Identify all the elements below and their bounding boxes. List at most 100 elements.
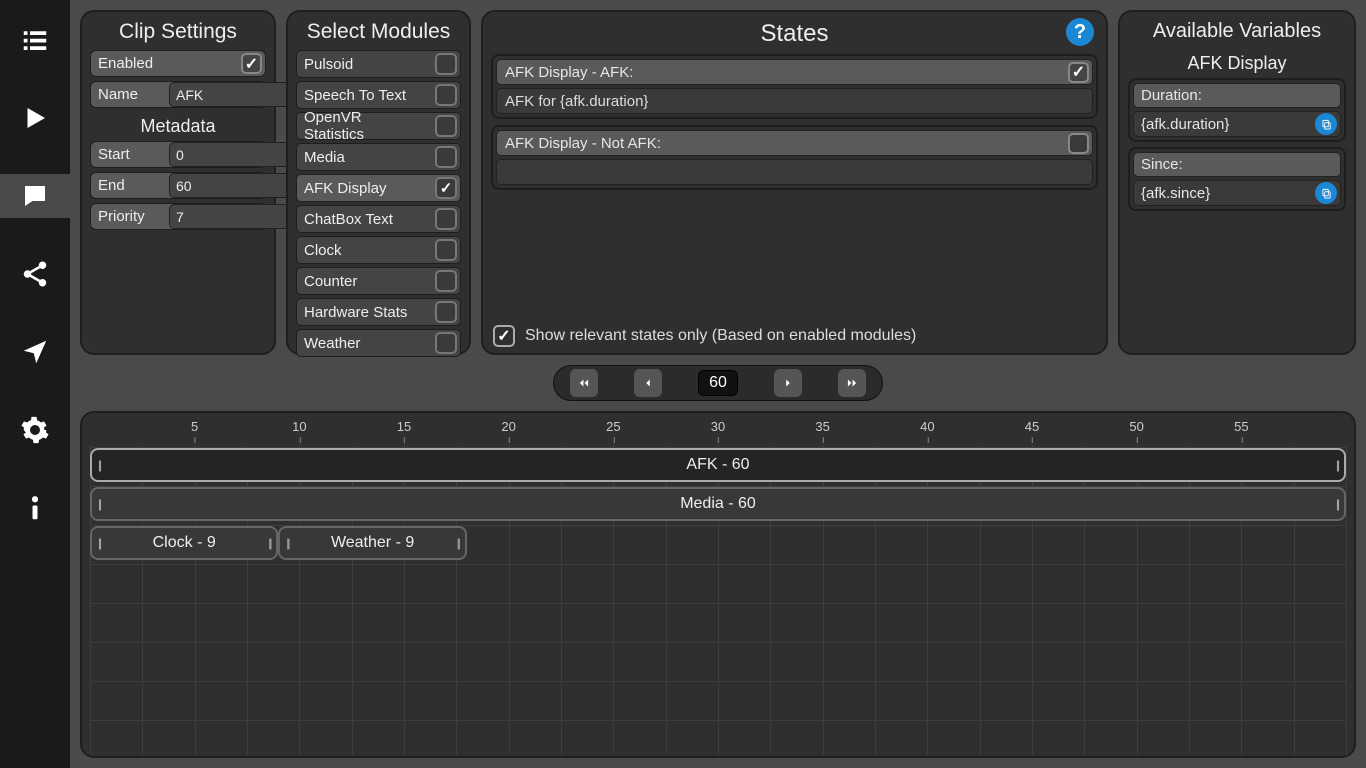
module-checkbox[interactable]: [435, 270, 457, 292]
state-group: AFK Display - Not AFK:: [491, 125, 1098, 190]
module-row[interactable]: Counter: [296, 267, 461, 295]
state-group: AFK Display - AFK: AFK for {afk.duration}: [491, 54, 1098, 119]
start-label: Start: [91, 143, 169, 166]
ruler-tick: 50: [1129, 419, 1143, 434]
states-panel: States ? AFK Display - AFK:AFK for {afk.…: [481, 10, 1108, 355]
clip-settings-panel: Clip Settings Enabled Name Metadata Star…: [80, 10, 276, 355]
clip-resize-left[interactable]: ||: [94, 531, 104, 555]
timeline-clip[interactable]: ||Media - 60||: [90, 487, 1346, 521]
clip-resize-right[interactable]: ||: [264, 531, 274, 555]
end-label: End: [91, 174, 169, 197]
module-row[interactable]: AFK Display: [296, 174, 461, 202]
module-label: Weather: [297, 331, 432, 356]
module-label: Media: [297, 145, 432, 170]
state-checkbox[interactable]: [1068, 133, 1089, 154]
name-label: Name: [91, 83, 169, 106]
clip-resize-left[interactable]: ||: [282, 531, 292, 555]
sidebar-item-list[interactable]: [13, 18, 57, 62]
variable-label: Since:: [1133, 152, 1341, 177]
clip-resize-right[interactable]: ||: [1332, 492, 1342, 516]
clip-label: AFK - 60: [686, 456, 749, 474]
sidebar-item-play[interactable]: [13, 96, 57, 140]
state-header: AFK Display - Not AFK:: [496, 130, 1093, 156]
timeline-panel: 510152025303540455055 ||AFK - 60||||Medi…: [80, 411, 1356, 758]
variable-group: Since: {afk.since}: [1128, 147, 1346, 211]
module-row[interactable]: Clock: [296, 236, 461, 264]
clip-enabled-row: Enabled: [90, 50, 266, 77]
state-header: AFK Display - AFK:: [496, 59, 1093, 85]
state-label: AFK Display - AFK:: [497, 61, 1065, 84]
timeline-ruler: 510152025303540455055: [90, 417, 1346, 443]
ruler-tick: 55: [1234, 419, 1248, 434]
state-body-input[interactable]: AFK for {afk.duration}: [496, 88, 1093, 114]
timeline-next-button[interactable]: [774, 369, 802, 397]
module-checkbox[interactable]: [435, 53, 457, 75]
priority-row: Priority: [90, 203, 266, 230]
module-row[interactable]: OpenVR Statistics: [296, 112, 461, 140]
module-checkbox[interactable]: [435, 146, 457, 168]
module-row[interactable]: Media: [296, 143, 461, 171]
module-row[interactable]: ChatBox Text: [296, 205, 461, 233]
state-checkbox[interactable]: [1068, 62, 1089, 83]
copy-variable-button[interactable]: [1315, 182, 1337, 204]
sidebar-item-chat[interactable]: [0, 174, 70, 218]
module-row[interactable]: Hardware Stats: [296, 298, 461, 326]
question-icon: ?: [1074, 21, 1086, 44]
copy-variable-button[interactable]: [1315, 113, 1337, 135]
module-row[interactable]: Weather: [296, 329, 461, 357]
sidebar-item-info[interactable]: [13, 486, 57, 530]
ruler-tick: 30: [711, 419, 725, 434]
metadata-heading: Metadata: [90, 116, 266, 137]
timeline-last-button[interactable]: [838, 369, 866, 397]
module-checkbox[interactable]: [435, 332, 457, 354]
clip-resize-left[interactable]: ||: [94, 453, 104, 477]
module-checkbox[interactable]: [435, 177, 457, 199]
ruler-tick: 45: [1025, 419, 1039, 434]
copy-icon: [1321, 119, 1332, 130]
module-checkbox[interactable]: [435, 239, 457, 261]
enabled-checkbox[interactable]: [241, 53, 262, 74]
timeline-tracks[interactable]: ||AFK - 60||||Media - 60||||Clock - 9|||…: [90, 445, 1346, 755]
clip-resize-left[interactable]: ||: [94, 492, 104, 516]
chat-icon: [20, 181, 50, 211]
timeline-clip[interactable]: ||Weather - 9||: [278, 526, 466, 560]
modules-title: Select Modules: [296, 20, 461, 44]
module-label: Pulsoid: [297, 52, 432, 77]
chevron-right-icon: [781, 376, 795, 390]
sidebar-item-share[interactable]: [13, 252, 57, 296]
gear-icon: [20, 415, 50, 445]
module-checkbox[interactable]: [435, 301, 457, 323]
ruler-tick: 10: [292, 419, 306, 434]
clip-resize-right[interactable]: ||: [1332, 453, 1342, 477]
sidebar-item-settings[interactable]: [13, 408, 57, 452]
ruler-tick: 5: [191, 419, 198, 434]
show-relevant-checkbox[interactable]: [493, 325, 515, 347]
share-icon: [20, 259, 50, 289]
variable-value: {afk.duration}: [1134, 113, 1315, 136]
variable-value: {afk.since}: [1134, 182, 1315, 205]
ruler-tick: 25: [606, 419, 620, 434]
module-label: ChatBox Text: [297, 207, 432, 232]
variable-value-row: {afk.since}: [1133, 180, 1341, 206]
state-body-input[interactable]: [496, 159, 1093, 185]
priority-label: Priority: [91, 205, 169, 228]
states-footer: Show relevant states only (Based on enab…: [491, 321, 1098, 347]
timeline-first-button[interactable]: [570, 369, 598, 397]
timeline-clip[interactable]: ||Clock - 9||: [90, 526, 278, 560]
clip-resize-right[interactable]: ||: [453, 531, 463, 555]
timeline-clip[interactable]: || AFK - 60 ||: [90, 448, 1346, 482]
module-checkbox[interactable]: [435, 208, 457, 230]
module-row[interactable]: Pulsoid: [296, 50, 461, 78]
timeline-value[interactable]: 60: [698, 370, 738, 396]
module-checkbox[interactable]: [435, 84, 457, 106]
module-label: Counter: [297, 269, 432, 294]
state-label: AFK Display - Not AFK:: [497, 132, 1065, 155]
start-row: Start: [90, 141, 266, 168]
select-modules-panel: Select Modules PulsoidSpeech To TextOpen…: [286, 10, 471, 355]
timeline-prev-button[interactable]: [634, 369, 662, 397]
module-label: Clock: [297, 238, 432, 263]
help-button[interactable]: ?: [1066, 18, 1094, 46]
sidebar-item-navigate[interactable]: [13, 330, 57, 374]
module-checkbox[interactable]: [435, 115, 457, 137]
chevron-left-icon: [641, 376, 655, 390]
